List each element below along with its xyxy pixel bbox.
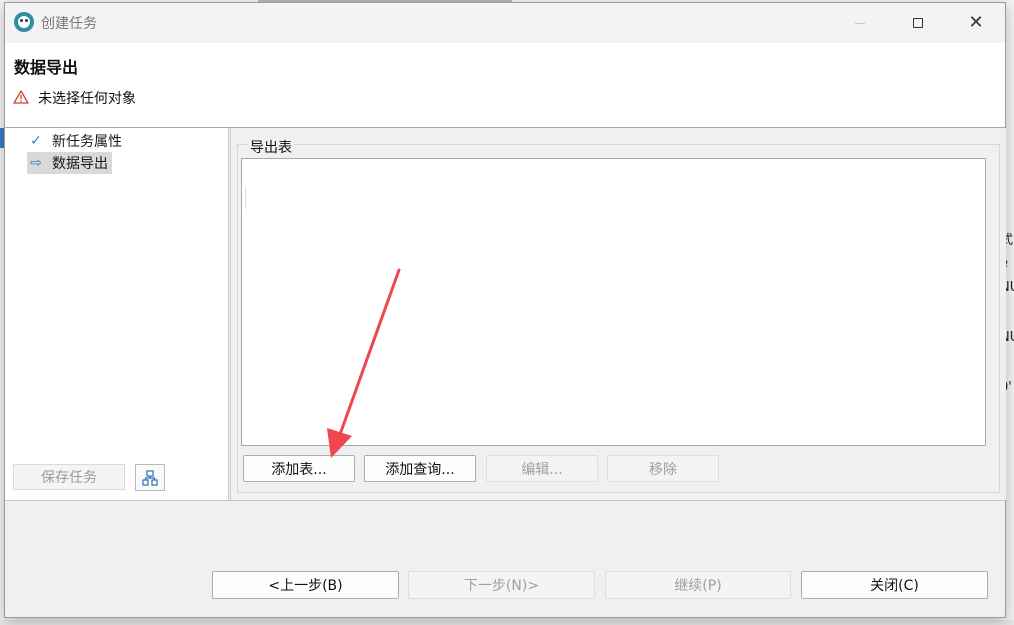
wizard-header: 数据导出 未选择任何对象 — [5, 43, 1005, 128]
edit-button[interactable]: 编辑... — [486, 455, 598, 482]
minimize-icon — [855, 22, 865, 24]
window-title: 创建任务 — [41, 16, 97, 32]
hierarchy-icon — [142, 469, 158, 486]
list-caret — [245, 187, 246, 209]
nav-item-data-export[interactable]: ⇨ 数据导出 — [27, 152, 112, 174]
save-task-button[interactable]: 保存任务 — [13, 464, 125, 490]
footer-divider — [5, 500, 1005, 501]
export-table-list[interactable] — [241, 158, 986, 446]
continue-button[interactable]: 继续(P) — [605, 571, 791, 599]
app-logo-icon — [14, 12, 34, 32]
arrow-right-icon: ⇨ — [30, 155, 42, 171]
nav-item-label: 数据导出 — [52, 156, 108, 172]
maximize-button[interactable] — [889, 3, 947, 43]
wizard-step-nav: ✓ 新任务属性 ⇨ 数据导出 保存任务 — [5, 128, 229, 500]
warning-icon — [13, 90, 29, 104]
next-step-button[interactable]: 下一步(N)> — [408, 571, 595, 599]
previous-step-button[interactable]: <上一步(B) — [212, 571, 399, 599]
add-query-button[interactable]: 添加查询... — [364, 455, 476, 482]
close-icon: ✕ — [968, 12, 984, 33]
remove-button[interactable]: 移除 — [607, 455, 719, 482]
page-title: 数据导出 — [14, 58, 79, 77]
nav-item-label: 新任务属性 — [52, 134, 122, 150]
title-bar: 创建任务 ✕ — [5, 3, 1005, 43]
status-message: 未选择任何对象 — [38, 91, 136, 107]
nav-item-task-properties[interactable]: ✓ 新任务属性 — [27, 130, 126, 152]
check-icon: ✓ — [30, 133, 42, 149]
maximize-icon — [913, 18, 923, 28]
group-label: 导出表 — [248, 137, 294, 157]
close-button[interactable]: 关闭(C) — [801, 571, 988, 599]
close-window-button[interactable]: ✕ — [947, 3, 1005, 43]
task-tree-button[interactable] — [135, 464, 165, 491]
add-table-button[interactable]: 添加表... — [243, 455, 355, 482]
minimize-button[interactable] — [831, 3, 889, 43]
background-bottom-strip — [0, 620, 1014, 625]
